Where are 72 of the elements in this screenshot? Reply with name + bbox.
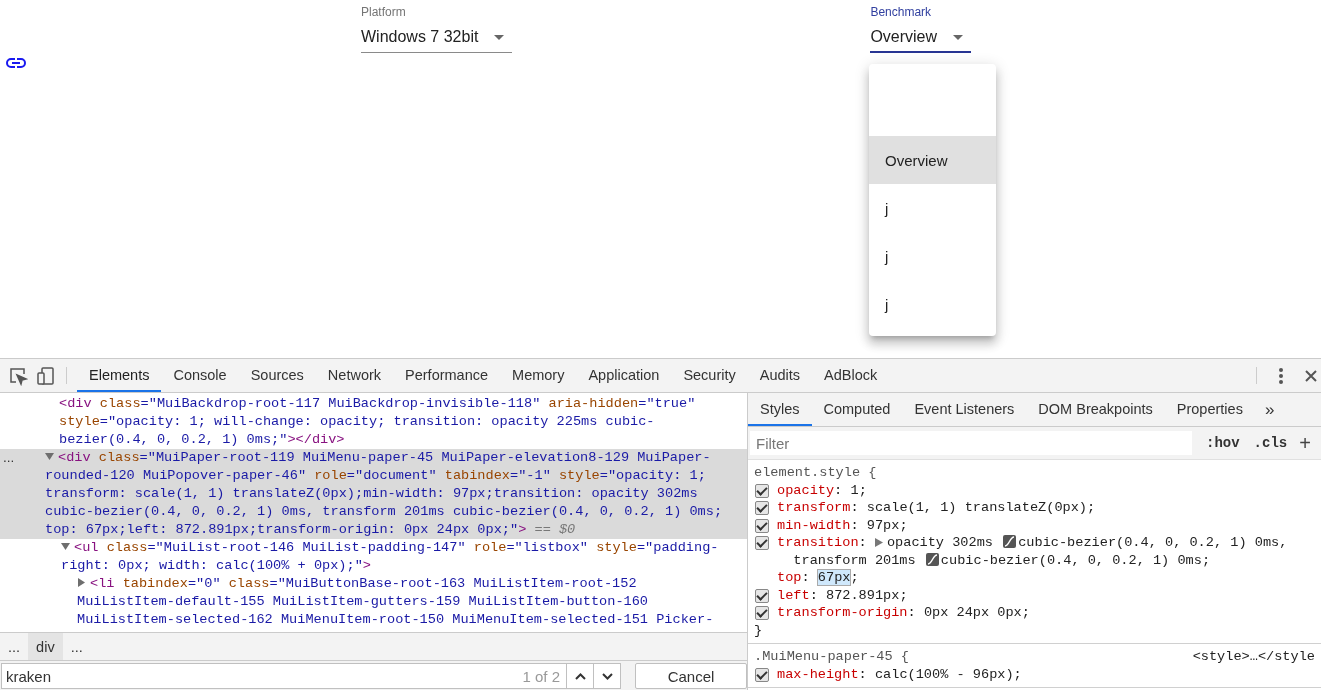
css-declaration: min-width: 97px;: [777, 516, 909, 534]
inspect-icon[interactable]: [8, 365, 28, 386]
devtools-tab[interactable]: Security: [671, 359, 748, 392]
dom-node[interactable]: <li tabindex="0" class="MuiButtonBase-root-163 MuiListItem-root-152 MuiListItem-default-155 MuiListItem-gutters-159 MuiListItem-button-160 MuiListItem-selected-162 MuiMenuItem-root-150 MuiMenuItem-selected-151 Picker-: [0, 575, 747, 629]
breadcrumb[interactable]: div: [28, 633, 63, 660]
checkbox[interactable]: [755, 518, 769, 533]
filter-field[interactable]: Filter: [750, 431, 1192, 455]
sidebar-tab[interactable]: Properties: [1164, 393, 1255, 426]
css-declaration: top: 67px;: [777, 569, 860, 587]
breadcrumb[interactable]: ...: [0, 633, 29, 660]
close-icon[interactable]: [1305, 369, 1317, 382]
sidebar-tab[interactable]: Event Listeners: [902, 393, 1027, 426]
checkbox[interactable]: [755, 536, 769, 550]
search-field[interactable]: kraken 1 of 2: [1, 663, 621, 689]
checkbox[interactable]: [755, 501, 769, 515]
expand-arrow-icon[interactable]: [77, 578, 86, 587]
devtools-tab[interactable]: Console: [161, 359, 239, 392]
device-icon[interactable]: [36, 365, 56, 386]
cancel-button[interactable]: Cancel: [635, 663, 747, 689]
devtools-tab[interactable]: Network: [315, 359, 394, 392]
css-declaration: transform-origin: 0px 24px 0px;: [777, 604, 1031, 622]
css-selector: .MuiMenu-paper-45 {: [754, 648, 909, 666]
css-declaration: transition: opacity 302ms cubic-bezier(0.4, 0, 0.2, 1) 0ms, transform 201ms cubic-bezier(0.4, 0, 0.2, 1) 0ms;: [777, 534, 1289, 569]
css-declaration: max-height: calc(100% - 96px);: [777, 665, 1023, 683]
select-field[interactable]: Windows 7 32bit: [361, 28, 513, 53]
closing-brace: }: [754, 621, 764, 639]
dom-node[interactable]: ... <div class="MuiPaper-root-119 MuiMenu-paper-45 MuiPaper-elevation8-129 MuiPaper-rounded-120 MuiPopover-paper-46" role="document" tabindex="-1" style="opacity: 1; transform: scale(1, 1) translateZ(0px);min-width: 97px;transition: opacity 302ms cubic-bezier(0.4, 0, 0.2, 1) 0ms, transform 201ms cubic-bezier(0.4, 0, 0.2, 1) 0ms; top: 67px;left: 872.891px;transform-origin: 0px 24px 0px;"> == $0: [0, 449, 747, 539]
select-field[interactable]: Overview: [870, 28, 972, 53]
css-declaration: left: 872.891px;: [777, 586, 909, 604]
css-selector: element.style {: [754, 464, 877, 482]
hov-toggle[interactable]: :hov: [1206, 435, 1240, 451]
caret-icon: [494, 34, 505, 40]
checkbox[interactable]: [755, 667, 769, 682]
dom-node[interactable]: <div class="MuiBackdrop-root-117 MuiBackdrop-invisible-118" aria-hidden="true" style="opacity: 1; will-change: opacity; transition: opacity 225ms cubic-bezier(0.4, 0, 0.2, 1) 0ms;"></div>: [0, 395, 747, 449]
collapse-arrow-icon[interactable]: [45, 452, 54, 461]
breadcrumb[interactable]: ...: [62, 633, 91, 660]
rule-origin-link[interactable]: <style>…</style: [1192, 648, 1315, 666]
devtools-tab[interactable]: Memory: [500, 359, 577, 392]
devtools-tab[interactable]: Elements: [77, 359, 162, 392]
bezier-swatch-icon[interactable]: [1003, 535, 1017, 548]
menu-item[interactable]: j: [869, 280, 996, 328]
checkbox[interactable]: [755, 588, 769, 603]
devtools-tab[interactable]: AdBlock: [812, 359, 890, 392]
bezier-swatch-icon[interactable]: [925, 552, 939, 566]
checkbox[interactable]: [755, 483, 769, 498]
devtools-tab[interactable]: Sources: [238, 359, 316, 392]
caret-icon: [953, 34, 964, 40]
sidebar-tab[interactable]: Computed: [811, 393, 903, 426]
css-declaration: opacity: 1;: [777, 481, 868, 499]
cls-toggle[interactable]: .cls: [1253, 435, 1288, 451]
select-label: Platform: [361, 5, 407, 19]
collapse-arrow-icon[interactable]: [61, 542, 70, 551]
up-chevron-icon[interactable]: [574, 672, 586, 680]
checkbox[interactable]: [755, 606, 769, 620]
match-count: 1 of 2: [522, 667, 561, 685]
add-rule-button[interactable]: +: [1299, 431, 1311, 455]
down-chevron-icon[interactable]: [601, 672, 613, 680]
menu-item[interactable]: j: [869, 184, 996, 232]
devtools-tab[interactable]: Performance: [393, 359, 501, 392]
more-menu-icon[interactable]: [1279, 367, 1283, 384]
select-label: Benchmark: [870, 5, 933, 19]
link-icon[interactable]: [6, 58, 26, 68]
dom-node[interactable]: <ul class="MuiList-root-146 MuiList-padding-147" role="listbox" style="padding-right: 0px; width: calc(100% + 0px);">: [0, 539, 747, 575]
menu-item[interactable]: Overview: [869, 136, 996, 184]
more-tabs-button[interactable]: »: [1254, 393, 1285, 426]
gutter-ellipsis: ...: [3, 449, 15, 467]
devtools-tab[interactable]: Application: [576, 359, 672, 392]
devtools-tab[interactable]: Audits: [747, 359, 813, 392]
expand-arrow-icon[interactable]: [874, 538, 883, 547]
menu-item[interactable]: j: [869, 232, 996, 280]
sidebar-tab[interactable]: DOM Breakpoints: [1026, 393, 1165, 426]
css-declaration: transform: scale(1, 1) translateZ(0px);: [777, 499, 1097, 517]
